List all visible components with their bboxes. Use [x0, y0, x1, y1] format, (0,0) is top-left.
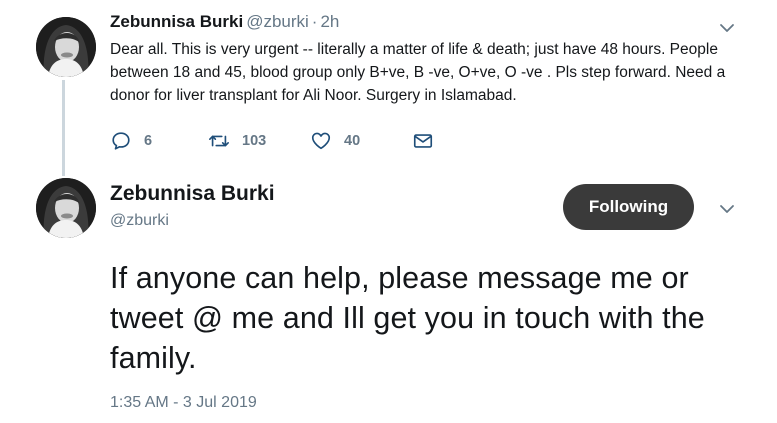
- like-button[interactable]: 40: [310, 128, 360, 154]
- author-name[interactable]: Zebunnisa Burki: [110, 182, 275, 206]
- reply-button[interactable]: 6: [110, 128, 152, 154]
- reply-icon: [112, 132, 130, 150]
- author-handle[interactable]: @zburki: [246, 12, 309, 31]
- author-name[interactable]: Zebunnisa Burki: [110, 12, 243, 31]
- avatar[interactable]: [36, 17, 96, 77]
- avatar[interactable]: [36, 178, 96, 238]
- separator-dot: ·: [311, 12, 318, 31]
- tweet-header: Zebunnisa Burki @zburki · 2h: [110, 12, 339, 32]
- tweet-timestamp[interactable]: 1:35 AM - 3 Jul 2019: [110, 394, 257, 412]
- tweet-text: Dear all. This is very urgent -- literal…: [110, 41, 726, 104]
- thread-connector-line: [62, 80, 65, 176]
- chevron-down-icon[interactable]: [719, 22, 735, 34]
- tweet-time[interactable]: 2h: [320, 12, 339, 31]
- reply-count: 6: [144, 133, 153, 149]
- envelope-icon: [413, 134, 433, 148]
- author-handle[interactable]: @zburki: [110, 212, 169, 230]
- tweet-text: If anyone can help, please message me or…: [110, 261, 705, 375]
- following-button[interactable]: Following: [563, 184, 694, 230]
- chevron-down-icon[interactable]: [719, 203, 735, 215]
- retweet-count: 103: [242, 133, 267, 149]
- heart-icon: [311, 132, 331, 150]
- retweet-icon: [209, 135, 229, 147]
- like-count: 40: [344, 133, 361, 149]
- retweet-button[interactable]: 103: [208, 128, 266, 154]
- message-button[interactable]: [412, 128, 434, 154]
